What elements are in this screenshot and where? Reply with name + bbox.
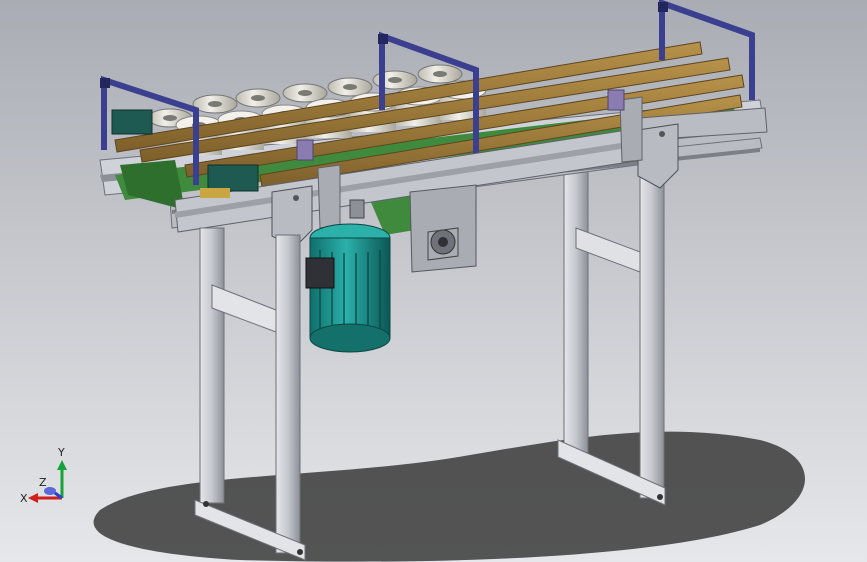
cad-viewport[interactable]: Y X Z [0, 0, 867, 562]
x-axis-label: X [20, 492, 28, 505]
coordinate-triad: Y X Z [20, 446, 67, 505]
z-axis-label: Z [39, 476, 47, 489]
conveyor-3d-model[interactable]: Y X Z [0, 0, 867, 562]
y-axis-label: Y [57, 446, 65, 459]
drive-motor [305, 223, 391, 353]
